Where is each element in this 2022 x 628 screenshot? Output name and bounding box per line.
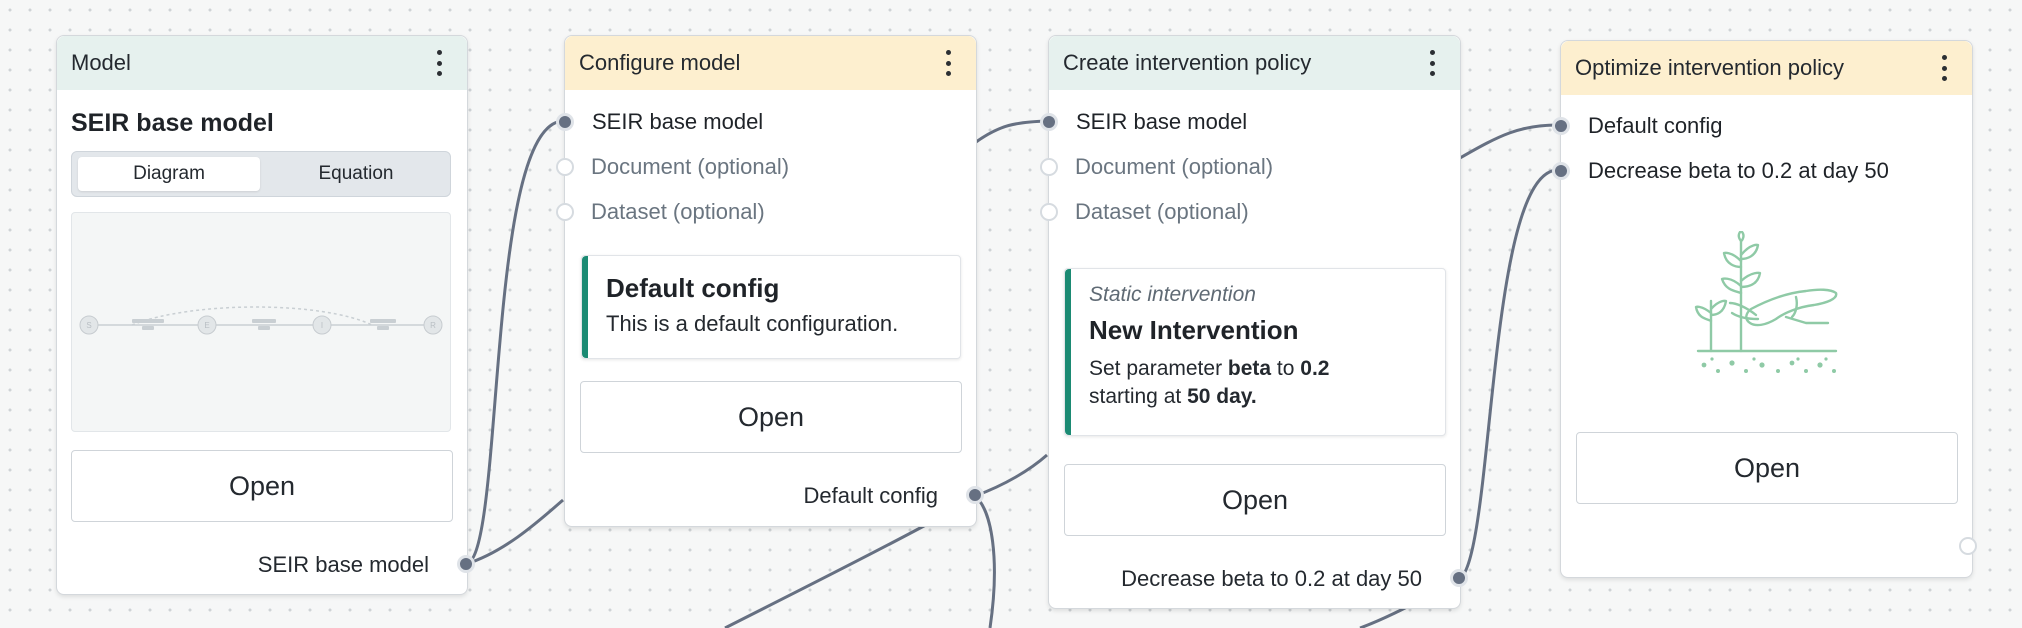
output-port[interactable]: [1450, 569, 1468, 587]
open-button[interactable]: Open: [1576, 432, 1958, 504]
detail-start-prefix: starting at: [1089, 385, 1188, 408]
input-label-document: Document (optional): [591, 154, 790, 179]
input-port-model[interactable]: [1040, 113, 1058, 131]
detail-prefix: Set parameter: [1089, 357, 1228, 380]
diagram-node-r: R: [430, 321, 436, 330]
input-port-dataset[interactable]: [1040, 203, 1058, 221]
tab-diagram[interactable]: Diagram: [78, 157, 260, 191]
diagram-thumbnail: S E I R: [79, 306, 443, 335]
more-options-icon[interactable]: [427, 48, 451, 78]
input-label-document: Document (optional): [1075, 154, 1274, 179]
optimize-policy-node[interactable]: Optimize intervention policy Default con…: [1552, 40, 1977, 578]
model-name: SEIR base model: [71, 109, 274, 137]
diagram-node-e: E: [204, 321, 209, 330]
more-options-icon[interactable]: [936, 48, 960, 78]
intervention-node-header: Create intervention policy: [1049, 36, 1460, 90]
intervention-policy-node[interactable]: Create intervention policy SEIR base mod…: [1040, 35, 1468, 609]
edge-configure-to-intervention: [975, 119, 1049, 144]
edge-configure-out-down: [973, 494, 996, 628]
intervention-detail-line1: Set parameter beta to 0.2: [1089, 357, 1329, 381]
input-label-dataset: Dataset (optional): [591, 199, 765, 224]
open-button[interactable]: Open: [580, 381, 962, 453]
input-port-document[interactable]: [1040, 158, 1058, 176]
output-label: Default config: [803, 483, 938, 508]
input-port-document[interactable]: [556, 158, 574, 176]
intervention-card[interactable]: Static intervention New Intervention Set…: [1064, 268, 1446, 436]
model-diagram-preview: S E I R: [71, 212, 451, 432]
diagram-node-i: I: [321, 321, 323, 330]
intervention-title: New Intervention: [1089, 315, 1299, 345]
configure-model-node[interactable]: Configure model SEIR base model Document…: [556, 35, 984, 527]
output-port[interactable]: [966, 486, 984, 504]
node-title: Optimize intervention policy: [1575, 55, 1845, 80]
edge-configure-out-left: [724, 518, 936, 628]
node-title: Model: [71, 50, 131, 75]
card-accent: [582, 256, 588, 358]
card-accent: [1065, 269, 1071, 435]
input-label-dataset: Dataset (optional): [1075, 199, 1249, 224]
intervention-detail-line2: starting at 50 day.: [1089, 385, 1257, 409]
more-options-icon[interactable]: [1932, 53, 1956, 83]
model-node[interactable]: Model SEIR base model Diagram Equation S…: [56, 35, 475, 595]
open-button[interactable]: Open: [1064, 464, 1446, 536]
edge-intervention-to-optimize-default: [1459, 123, 1559, 160]
input-port-intervention[interactable]: [1552, 162, 1570, 180]
input-port-dataset[interactable]: [556, 203, 574, 221]
edge-intervention-to-optimize-decrease: [1456, 168, 1559, 582]
view-toggle: Diagram Equation: [71, 151, 451, 197]
output-label: SEIR base model: [257, 552, 429, 577]
input-label-model: SEIR base model: [592, 109, 764, 134]
output-port[interactable]: [1959, 537, 1977, 555]
config-card-title: Default config: [606, 273, 780, 303]
tab-equation[interactable]: Equation: [266, 157, 446, 191]
detail-mid: to: [1271, 357, 1301, 380]
output-port[interactable]: [457, 555, 475, 573]
open-button[interactable]: Open: [71, 450, 453, 522]
input-port-model[interactable]: [556, 113, 574, 131]
edge-model-to-configure-lower: [465, 498, 564, 566]
node-title: Configure model: [579, 50, 741, 75]
intervention-kind: Static intervention: [1089, 283, 1256, 306]
input-label-intervention: Decrease beta to 0.2 at day 50: [1588, 158, 1889, 183]
optimize-node-header: Optimize intervention policy: [1561, 41, 1972, 95]
more-options-icon[interactable]: [1420, 48, 1444, 78]
input-label-model: SEIR base model: [1076, 109, 1248, 134]
detail-value: 0.2: [1300, 357, 1330, 380]
plant-pruning-illustration: [1694, 231, 1838, 373]
config-card-description: This is a default configuration.: [606, 311, 899, 336]
edge-configure-to-intervention-lower: [974, 453, 1048, 498]
node-title: Create intervention policy: [1063, 50, 1312, 75]
detail-param: beta: [1227, 357, 1272, 380]
input-label-config: Default config: [1588, 113, 1723, 138]
diagram-node-s: S: [86, 321, 91, 330]
config-card[interactable]: Default config This is a default configu…: [581, 255, 961, 359]
edge-model-to-configure: [465, 119, 565, 566]
detail-start: 50 day.: [1187, 385, 1257, 408]
input-port-config[interactable]: [1552, 117, 1570, 135]
model-node-header: Model: [57, 36, 467, 90]
output-label: Decrease beta to 0.2 at day 50: [1121, 566, 1422, 591]
configure-node-header: Configure model: [565, 36, 976, 90]
